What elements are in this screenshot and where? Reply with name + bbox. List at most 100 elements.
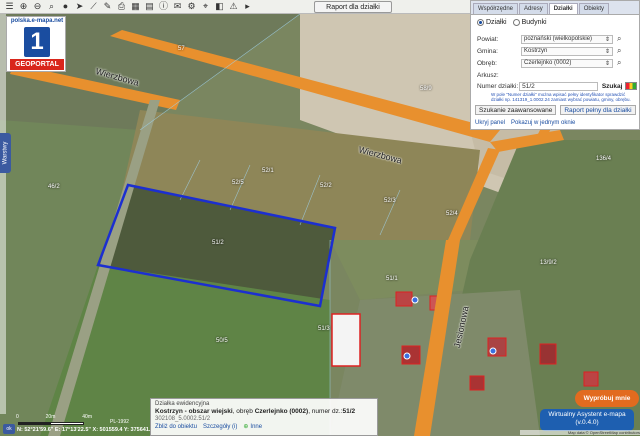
radio-buildings[interactable]: Budynki: [512, 19, 547, 26]
logo-site-text: polska.e-mapa.net: [10, 18, 64, 24]
assistant-version: (v.0.4.0): [575, 419, 599, 427]
show-all-link[interactable]: Pokazuj w jednym oknie: [511, 120, 575, 126]
radio-parcels-label: Działki: [486, 19, 507, 26]
tab-objects[interactable]: Obiekty: [578, 3, 610, 14]
scale-bar-graphic: [18, 422, 84, 425]
tab-parcels[interactable]: Działki: [548, 3, 578, 14]
zoom-in-icon[interactable]: ⊕: [18, 1, 29, 12]
panel-action-row: Szukanie zaawansowane Raport pełny dla d…: [475, 105, 636, 115]
pointer-icon[interactable]: ➤: [74, 1, 85, 12]
assistant-title: Wirtualny Asystent e-mapa: [548, 411, 626, 418]
field-row-gmina: Gmina: Kostrzyn ⇕ ⌕: [477, 46, 637, 56]
info-numer-prefix: , numer dz.:: [308, 408, 343, 415]
field-label-powiat: Powiat:: [477, 35, 499, 43]
field-label-numer: Numer działki:: [477, 82, 519, 90]
chevron-updown-icon: ⇕: [604, 48, 610, 55]
select-obreb-value: Czerlejnko (0002): [524, 60, 572, 66]
try-me-button[interactable]: Wypróbuj mnie: [575, 390, 639, 407]
info-icon[interactable]: ⓘ: [158, 1, 169, 12]
chevron-updown-icon: ⇕: [604, 60, 610, 67]
search-hint: W pole "Numer działki" można wpisać pełn…: [491, 92, 631, 103]
search-icon[interactable]: ⌕: [617, 58, 621, 68]
field-label-arkusz: Arkusz:: [477, 71, 499, 79]
print-icon[interactable]: ⎙: [116, 1, 127, 12]
coordinates-readout: N: 52°21'59.6" E: 17°13'22.5" X: 501559.…: [17, 427, 151, 433]
select-obreb[interactable]: Czerlejnko (0002) ⇕: [521, 58, 613, 68]
parcel-label: 52/5: [232, 180, 244, 186]
select-gmina-value: Kostrzyn: [524, 48, 548, 54]
parcel-label: 136/4: [596, 156, 612, 162]
search-icon[interactable]: ⌕: [617, 34, 621, 44]
info-main-line: Kostrzyn - obszar wiejski, obręb Czerlej…: [155, 408, 373, 415]
scale-label-2: 40m: [82, 414, 92, 420]
chevron-updown-icon: ⇕: [604, 36, 610, 43]
settings-icon[interactable]: ⚙: [186, 1, 197, 12]
radio-dot-icon: [477, 19, 484, 26]
tab-coordinates[interactable]: Współrzędne: [473, 3, 519, 14]
more-icon[interactable]: ▸: [242, 1, 253, 12]
parcel-number-input[interactable]: 51/2: [519, 81, 598, 91]
other-link-label: Inne: [250, 423, 263, 430]
advanced-search-button[interactable]: Szukanie zaawansowane: [475, 105, 557, 115]
field-row-arkusz: Arkusz:: [477, 70, 637, 80]
full-report-button[interactable]: Raport pełny dla działki: [560, 105, 636, 115]
layers-side-tab-label: Warstwy: [2, 141, 9, 165]
select-gmina[interactable]: Kostrzyn ⇕: [521, 46, 613, 56]
details-link[interactable]: Szczegóły (i): [203, 423, 237, 430]
location-icon[interactable]: ⌖: [200, 1, 211, 12]
radio-dot-icon: [512, 19, 520, 26]
zoom-out-icon[interactable]: ⊖: [32, 1, 43, 12]
scale-labels: 0 20m 40m: [16, 414, 92, 420]
radio-buildings-label: Budynki: [521, 19, 547, 26]
zoom-to-object-link[interactable]: Zbliż do obiektu: [155, 423, 197, 430]
field-row-numer: Numer działki: 51/2 Szukaj: [477, 81, 637, 91]
parcel-label: 50/5: [216, 338, 228, 344]
warning-icon[interactable]: ⚠: [228, 1, 239, 12]
table-icon[interactable]: ▦: [130, 1, 141, 12]
measure-icon[interactable]: ⟋: [88, 1, 99, 12]
scale-label-0: 0: [16, 414, 19, 420]
layers-side-tab[interactable]: Warstwy: [0, 133, 11, 173]
field-label-obreb: Obręb:: [477, 59, 497, 67]
field-label-gmina: Gmina:: [477, 47, 498, 55]
app-window: Wierzbowa Wierzbowa Jesionowa 57 58/9 52…: [0, 0, 640, 436]
grid-icon[interactable]: ▤: [144, 1, 155, 12]
radio-parcels[interactable]: Działki: [477, 19, 507, 26]
info-obreb-prefix: , obręb: [232, 408, 255, 415]
search-type-radios: Działki Budynki: [477, 19, 547, 26]
select-powiat-value: poznański (wielkopolskie): [524, 36, 593, 42]
search-button[interactable]: Szukaj: [602, 83, 623, 90]
map-attribution[interactable]: Map data © OpenStreetMap contributors: [520, 430, 640, 435]
projection-label: PL-1992: [110, 419, 129, 425]
select-powiat[interactable]: poznański (wielkopolskie) ⇕: [521, 34, 613, 44]
map-toolbar: ☰ ⊕ ⊖ ⌕ ● ➤ ⟋ ✎ ⎙ ▦ ▤ ⓘ ✉ ⚙ ⌖ ◧ ⚠ ▸ Rapo…: [0, 0, 470, 14]
search-icon[interactable]: ⌕: [617, 46, 621, 56]
panel-links: Ukryj panel Pokazuj w jednym oknie: [475, 120, 575, 126]
tab-addresses[interactable]: Adresy: [519, 3, 548, 14]
search-icon[interactable]: ⌕: [46, 1, 57, 12]
logo-name: GEOPORTAL: [10, 59, 64, 70]
other-link[interactable]: ⊕ Inne: [243, 423, 263, 431]
parcel-label: 51/3: [318, 326, 330, 332]
color-swatch-icon[interactable]: [625, 82, 637, 90]
parcel-label: 52/3: [384, 198, 396, 204]
virtual-assistant-button[interactable]: Wirtualny Asystent e-mapa (v.0.4.0): [540, 409, 634, 431]
report-button[interactable]: Raport dla działki: [314, 1, 392, 13]
geoportal-logo[interactable]: polska.e-mapa.net 1 GEOPORTAL: [6, 16, 66, 72]
field-row-obreb: Obręb: Czerlejnko (0002) ⇕ ⌕: [477, 58, 637, 68]
ok-button[interactable]: ok: [3, 424, 15, 434]
info-numer: 51/2: [342, 408, 356, 415]
scale-bar: 0 20m 40m: [6, 414, 92, 426]
info-obreb: Czerlejnko (0002): [254, 408, 309, 415]
left-vertical-bar: [0, 14, 6, 414]
chat-icon[interactable]: ✉: [172, 1, 183, 12]
hide-panel-link[interactable]: Ukryj panel: [475, 120, 505, 126]
circle-icon[interactable]: ●: [60, 1, 71, 12]
parcel-label: 46/2: [48, 184, 60, 190]
parcel-label-selected: 51/2: [212, 240, 224, 246]
parcel-label: 52/2: [320, 183, 332, 189]
layers-icon[interactable]: ☰: [4, 1, 15, 12]
field-row-powiat: Powiat: poznański (wielkopolskie) ⇕ ⌕: [477, 34, 637, 44]
cube-icon[interactable]: ◧: [214, 1, 225, 12]
pencil-icon[interactable]: ✎: [102, 1, 113, 12]
